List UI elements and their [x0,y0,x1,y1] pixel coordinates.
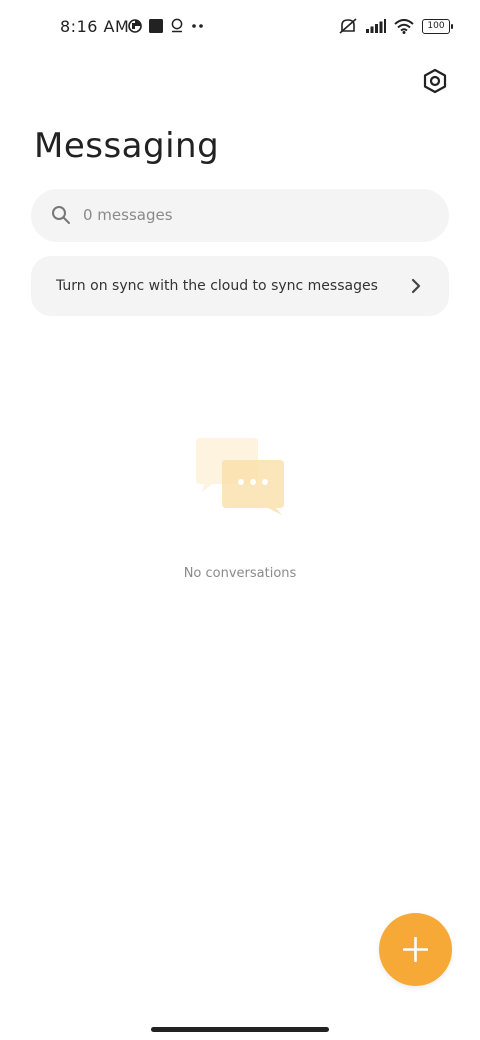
search-icon [51,205,71,225]
status-bar: 8:16 AM 100 [0,0,480,56]
chat-bubbles-icon [196,436,286,516]
home-indicator[interactable] [151,1027,329,1032]
chevron-right-icon [409,278,423,294]
battery-indicator: 100 [422,18,453,34]
wifi-icon [394,18,414,34]
signal-icon [366,19,386,33]
plus-icon [403,937,428,962]
vibrate-off-icon [338,17,358,35]
sync-cloud-label: Turn on sync with the cloud to sync mess… [56,278,378,294]
new-conversation-button[interactable] [379,913,452,986]
page-title: Messaging [34,126,220,166]
search-placeholder: 0 messages [83,206,173,224]
status-notification-icons [128,18,205,33]
location-notification-icon [170,18,184,33]
sync-cloud-banner[interactable]: Turn on sync with the cloud to sync mess… [31,256,449,316]
square-notification-icon [149,18,163,33]
search-input[interactable]: 0 messages [31,189,449,242]
status-time: 8:16 AM [60,17,130,36]
app-notification-icon [128,18,142,33]
settings-button[interactable] [420,66,450,96]
more-notifications-icon [191,23,205,29]
empty-state-label: No conversations [183,566,297,581]
gear-icon [423,68,447,94]
status-system-icons: 100 [338,17,453,35]
